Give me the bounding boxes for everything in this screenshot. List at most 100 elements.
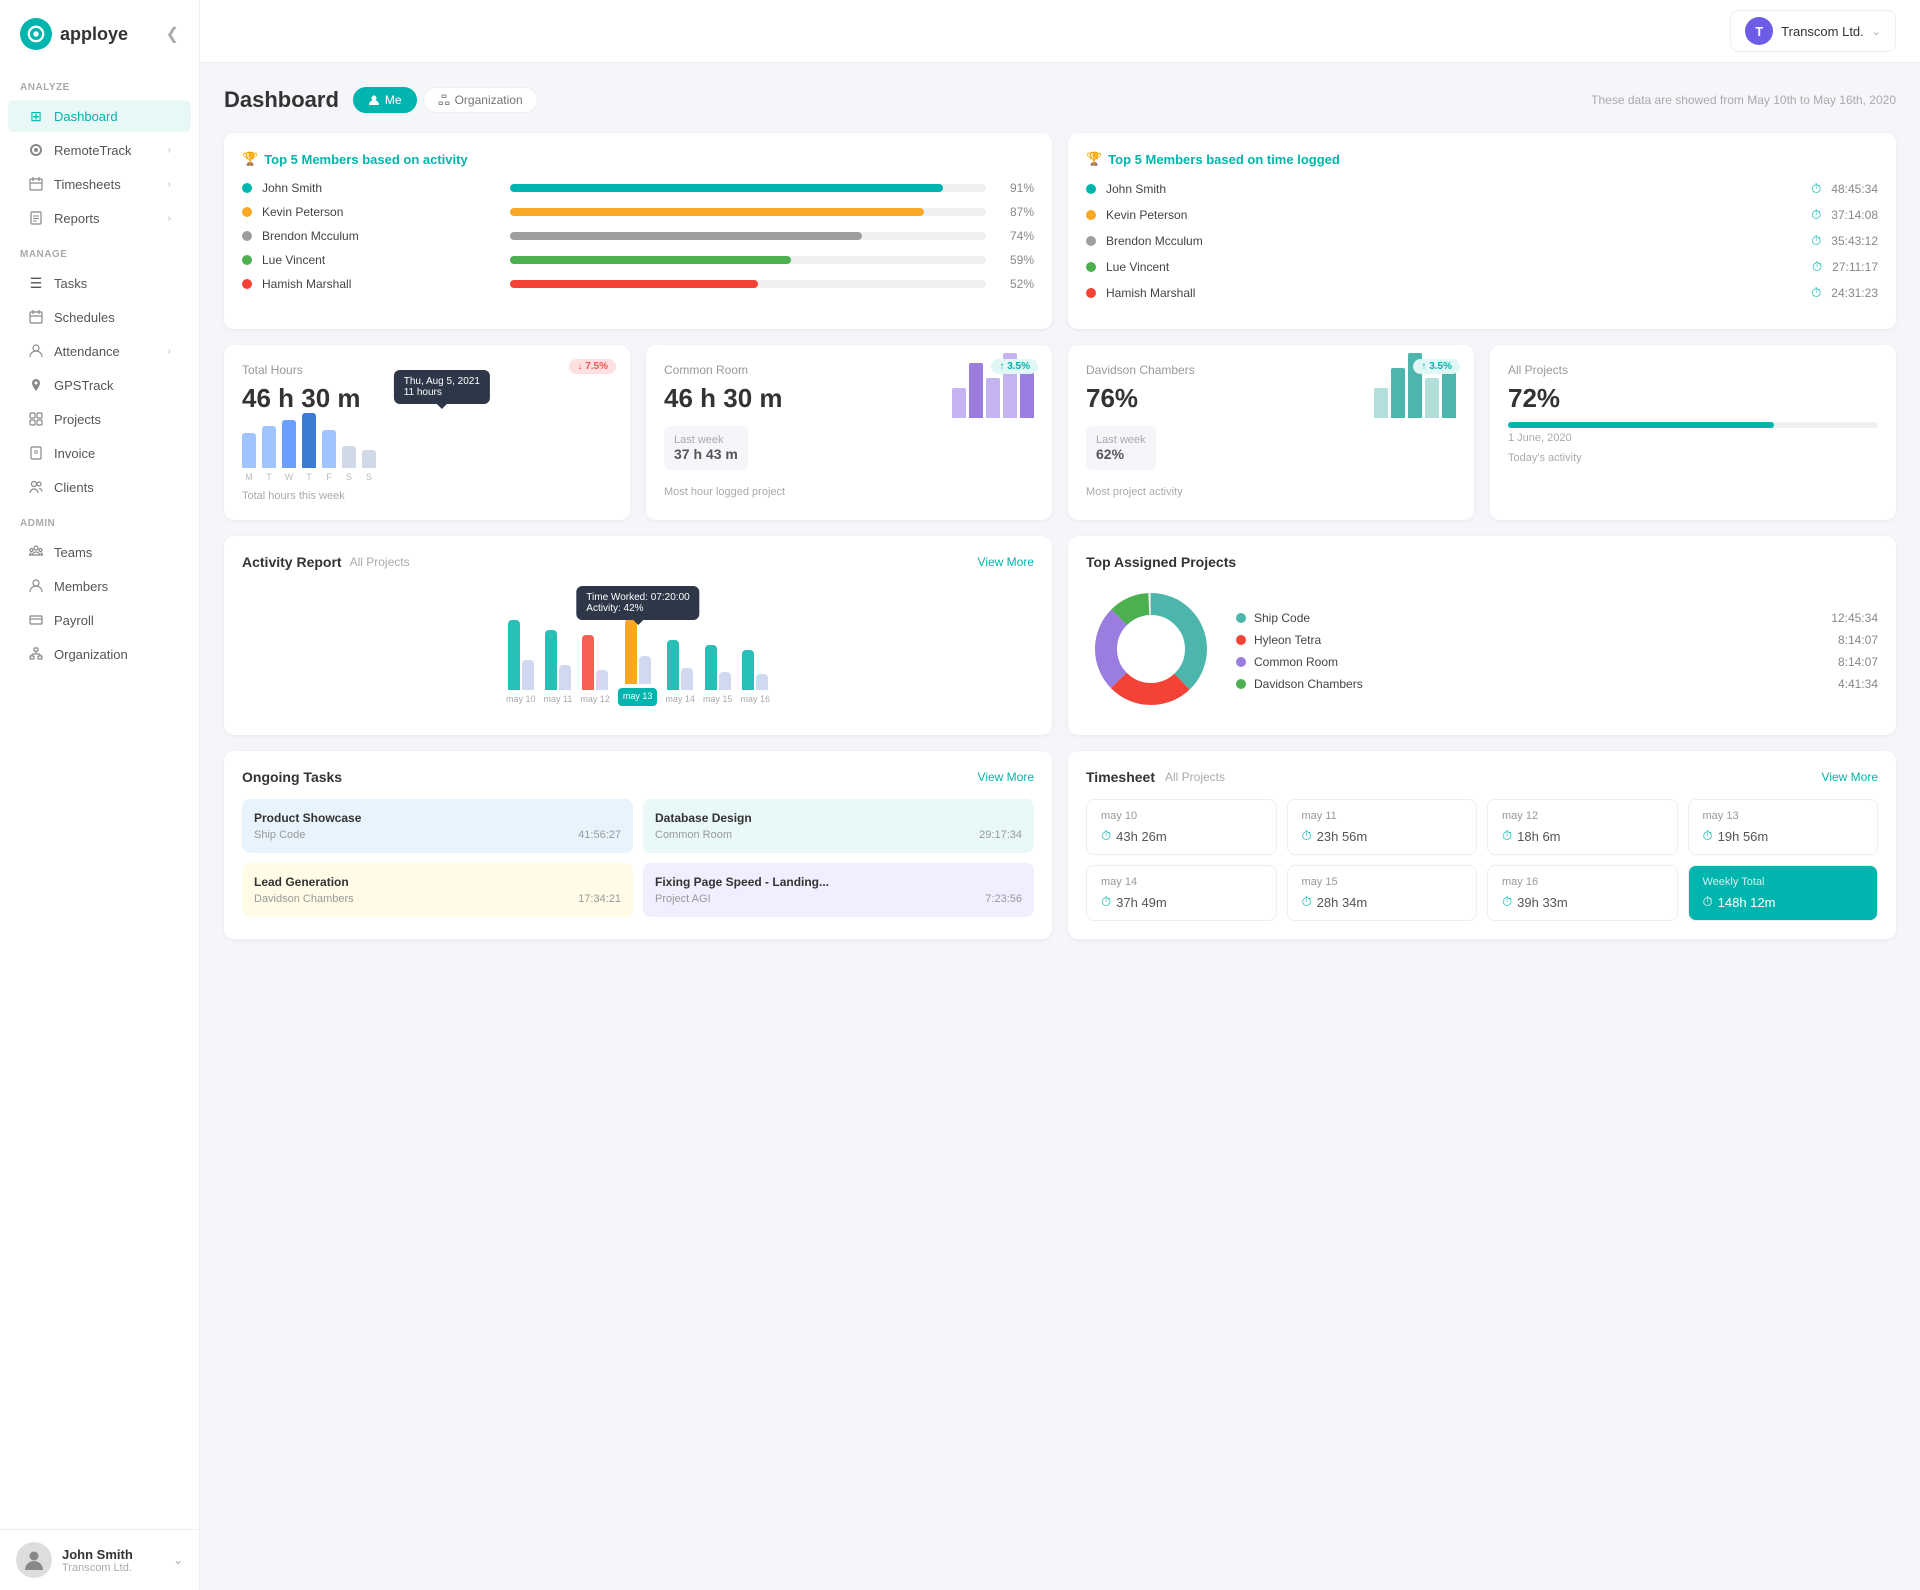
task-item: Lead Generation Davidson Chambers 17:34:… bbox=[242, 863, 633, 917]
stat-sub-label: Total hours this week bbox=[242, 490, 612, 502]
bar-group: S bbox=[362, 450, 376, 482]
member-progress-bar bbox=[510, 256, 791, 264]
stat-sub-label: Today's activity bbox=[1508, 452, 1878, 464]
dashboard-header: Dashboard Me Organization These data are… bbox=[224, 87, 1896, 113]
tasks-view-more[interactable]: View More bbox=[978, 770, 1034, 784]
activity-column: may 16 bbox=[740, 600, 770, 706]
sidebar-item-timesheets[interactable]: Timesheets › bbox=[8, 168, 191, 200]
user-avatar bbox=[16, 1542, 52, 1578]
legend-dot bbox=[1236, 657, 1246, 667]
stat-progress-bar bbox=[1508, 422, 1878, 428]
sidebar-item-clients[interactable]: Clients bbox=[8, 471, 191, 503]
task-sub: Common Room bbox=[655, 829, 732, 841]
org-selector[interactable]: T Transcom Ltd. ⌄ bbox=[1730, 10, 1896, 52]
main-content: T Transcom Ltd. ⌄ Dashboard Me Organizat… bbox=[200, 0, 1920, 1590]
timesheet-view-more[interactable]: View More bbox=[1822, 770, 1878, 784]
chevron-icon: › bbox=[168, 145, 171, 156]
remotetrack-icon bbox=[28, 142, 44, 158]
member-progress-wrap bbox=[510, 232, 986, 240]
activity-member-row: Brendon Mcculum 74% bbox=[242, 229, 1034, 243]
stat-all-projects: All Projects 72% 1 June, 2020 Today's ac… bbox=[1490, 345, 1896, 520]
trophy-icon-2: 🏆 bbox=[1086, 151, 1102, 167]
middle-row: Activity Report All Projects View More T… bbox=[224, 536, 1896, 735]
stat-davidson: Davidson Chambers ↑ 3.5% 76% Last week 6… bbox=[1068, 345, 1474, 520]
ts-time: ⏱ 19h 56m bbox=[1703, 828, 1864, 844]
sidebar-item-tasks[interactable]: ☰ Tasks bbox=[8, 267, 191, 299]
member-name: John Smith bbox=[262, 181, 500, 195]
user-profile-footer[interactable]: John Smith Transcom Ltd. ⌄ bbox=[0, 1529, 199, 1590]
stats-row: Total Hours ↓ 7.5% 46 h 30 m MTWTFSS Thu… bbox=[224, 345, 1896, 520]
sidebar: apploye ❮ Analyze ⊞ Dashboard RemoteTrac… bbox=[0, 0, 200, 1590]
tasks-icon: ☰ bbox=[28, 275, 44, 291]
top-activity-card: 🏆 Top 5 Members based on activity John S… bbox=[224, 133, 1052, 329]
attendance-icon bbox=[28, 343, 44, 359]
time-members-list: John Smith ⏱ 48:45:34 Kevin Peterson ⏱ 3… bbox=[1086, 181, 1878, 301]
sidebar-item-payroll[interactable]: Payroll bbox=[8, 604, 191, 636]
top-activity-title: 🏆 Top 5 Members based on activity bbox=[242, 151, 1034, 167]
sidebar-item-organization[interactable]: Organization bbox=[8, 638, 191, 670]
sidebar-item-dashboard[interactable]: ⊞ Dashboard bbox=[8, 100, 191, 132]
sidebar-item-label: Attendance bbox=[54, 344, 158, 359]
bar-day-label: T bbox=[266, 472, 272, 482]
sidebar-item-schedules[interactable]: Schedules bbox=[8, 301, 191, 333]
sidebar-item-label: Timesheets bbox=[54, 177, 158, 192]
clock-icon: ⏱ bbox=[1811, 181, 1821, 197]
task-name: Database Design bbox=[655, 811, 1022, 825]
activity-member-row: John Smith 91% bbox=[242, 181, 1034, 195]
legend-dot bbox=[1236, 635, 1246, 645]
ts-time-val: 37h 49m bbox=[1116, 895, 1167, 910]
timesheet-item: may 14 ⏱ 37h 49m bbox=[1086, 865, 1277, 921]
sidebar-item-gpstrack[interactable]: GPSTrack bbox=[8, 369, 191, 401]
gpstrack-icon bbox=[28, 377, 44, 393]
sidebar-item-teams[interactable]: Teams bbox=[8, 536, 191, 568]
act-bar-wrap bbox=[625, 594, 651, 684]
ts-date: may 11 bbox=[1302, 810, 1463, 822]
legend-dot bbox=[1236, 613, 1246, 623]
time-dot bbox=[1086, 184, 1096, 194]
time-member-row: Hamish Marshall ⏱ 24:31:23 bbox=[1086, 285, 1878, 301]
activity-view-more[interactable]: View More bbox=[978, 555, 1034, 569]
activity-members-list: John Smith 91% Kevin Peterson 87% Brendo… bbox=[242, 181, 1034, 291]
sidebar-item-projects[interactable]: Projects bbox=[8, 403, 191, 435]
stat-badge: ↓ 7.5% bbox=[569, 359, 616, 374]
sidebar-item-label: Clients bbox=[54, 480, 171, 495]
stat-label: All Projects bbox=[1508, 363, 1878, 377]
sidebar-item-members[interactable]: Members bbox=[8, 570, 191, 602]
activity-chart-wrap: Time Worked: 07:20:00 Activity: 42% may … bbox=[242, 586, 1034, 706]
toggle-me-button[interactable]: Me bbox=[353, 87, 417, 113]
sidebar-item-reports[interactable]: Reports › bbox=[8, 202, 191, 234]
bar bbox=[322, 430, 336, 468]
mini-bar bbox=[1020, 368, 1034, 418]
act-bar-wrap bbox=[508, 600, 534, 690]
mini-bar bbox=[1425, 378, 1439, 418]
tasks-header: Ongoing Tasks View More bbox=[242, 769, 1034, 785]
mini-bar bbox=[1391, 368, 1405, 418]
sidebar-toggle-icon[interactable]: ❮ bbox=[166, 24, 179, 44]
ts-date: Weekly Total bbox=[1703, 876, 1864, 888]
ts-time-val: 148h 12m bbox=[1718, 895, 1776, 910]
toggle-org-button[interactable]: Organization bbox=[423, 87, 538, 113]
ts-time: ⏱ 28h 34m bbox=[1302, 894, 1463, 910]
legend-name: Hyleon Tetra bbox=[1254, 633, 1830, 647]
bar-group: F bbox=[322, 430, 336, 482]
ts-date: may 15 bbox=[1302, 876, 1463, 888]
member-dot bbox=[242, 231, 252, 241]
top-projects-card: Top Assigned Projects bbox=[1068, 536, 1896, 735]
legend-row: Davidson Chambers 4:41:34 bbox=[1236, 677, 1878, 691]
ts-date: may 16 bbox=[1502, 876, 1663, 888]
sidebar-item-remotetrack[interactable]: RemoteTrack › bbox=[8, 134, 191, 166]
ongoing-tasks-card: Ongoing Tasks View More Product Showcase… bbox=[224, 751, 1052, 939]
stat-sub-label: Most project activity bbox=[1086, 486, 1456, 498]
member-progress-bar bbox=[510, 208, 924, 216]
sidebar-item-label: RemoteTrack bbox=[54, 143, 158, 158]
timesheet-item: Weekly Total ⏱ 148h 12m bbox=[1688, 865, 1879, 921]
stat-badge: ↑ 3.5% bbox=[991, 359, 1038, 374]
schedules-icon bbox=[28, 309, 44, 325]
sidebar-item-invoice[interactable]: Invoice bbox=[8, 437, 191, 469]
member-name: Brendon Mcculum bbox=[262, 229, 500, 243]
sidebar-item-attendance[interactable]: Attendance › bbox=[8, 335, 191, 367]
user-menu-chevron[interactable]: ⌄ bbox=[173, 1553, 183, 1567]
sidebar-item-label: Projects bbox=[54, 412, 171, 427]
sidebar-item-label: Invoice bbox=[54, 446, 171, 461]
bar bbox=[282, 420, 296, 468]
